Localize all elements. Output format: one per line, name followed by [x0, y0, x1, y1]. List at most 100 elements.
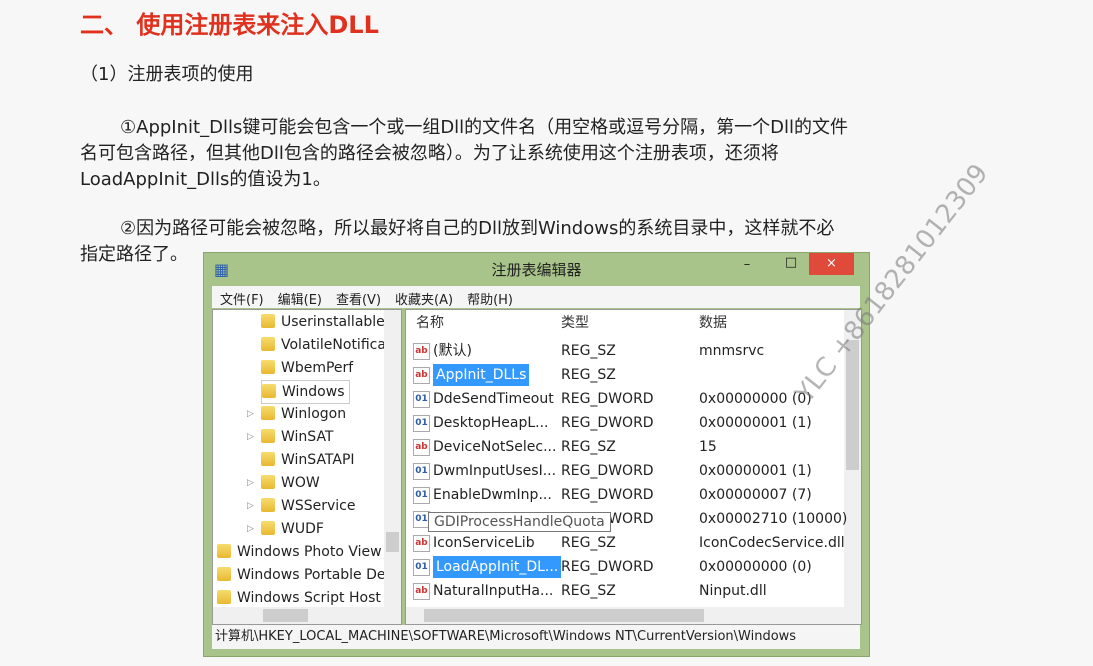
value-type: REG_SZ	[561, 367, 616, 383]
registry-value-row[interactable]: 01 DdeSendTimeout REG_DWORD 0x00000000 (0)	[411, 388, 841, 410]
window-title: 注册表编辑器	[491, 261, 582, 279]
column-header-type[interactable]: 类型	[561, 312, 589, 334]
value-list: 名称 类型 数据 ab (默认) REG_SZ mnmsrvc ab AppInit_DL…	[405, 309, 862, 625]
tree-item[interactable]: Userinstallable	[261, 311, 385, 333]
status-bar-path: 计算机\HKEY_LOCAL_MACHINE\SOFTWARE\Microsof…	[212, 625, 860, 649]
tree-item[interactable]: Windows Photo View	[217, 541, 382, 563]
value-type: REG_SZ	[561, 343, 616, 359]
folder-icon	[261, 429, 275, 443]
folder-icon	[261, 521, 275, 535]
tree-vertical-scrollbar[interactable]	[384, 310, 401, 624]
menu-item[interactable]: 收藏夹(A)	[395, 289, 453, 308]
tree-item[interactable]: WinSATAPI	[261, 449, 355, 471]
registry-editor-window: ▦ 注册表编辑器 – □ × 文件(F) 编辑(E) 查看(V) 收藏夹(A) 帮助(H…	[203, 252, 870, 657]
value-data: IconCodecService.dll	[699, 535, 845, 551]
tree-horizontal-scrollbar[interactable]	[213, 607, 401, 624]
value-name: DeviceNotSelec...	[433, 439, 557, 455]
value-type: REG_DWORD	[561, 463, 654, 479]
value-type: REG_DWORD	[561, 559, 654, 575]
value-data: 0x00000001 (1)	[699, 415, 812, 431]
value-type: REG_SZ	[561, 439, 616, 455]
expand-arrow-icon[interactable]: ▷	[247, 403, 254, 425]
value-name: (默认)	[433, 343, 472, 359]
dword-value-icon: 01	[413, 559, 430, 576]
para1-line: ①AppInit_Dlls键可能会包含一个或一组Dll的文件名（用空格或逗号分隔…	[120, 117, 849, 138]
value-name: DwmInputUsesI...	[433, 463, 557, 479]
folder-icon	[261, 360, 275, 374]
section-title: （1）注册表项的使用	[80, 64, 254, 85]
folder-icon	[217, 590, 231, 604]
value-data: 0x00000000 (0)	[699, 559, 812, 575]
value-name: DdeSendTimeout	[433, 391, 554, 407]
tree-item-label: Windows Photo View	[237, 544, 382, 560]
tree-item[interactable]: ▷ Winlogon	[247, 403, 347, 425]
tree-item[interactable]: ▷ WUDF	[247, 518, 324, 540]
para2-line: ②因为路径可能会被忽略，所以最好将自己的Dll放到Windows的系统目录中，这…	[120, 218, 835, 239]
tree-item-label: WUDF	[281, 521, 324, 537]
tree-item[interactable]: VolatileNotifica	[261, 334, 386, 356]
folder-icon	[217, 544, 231, 558]
folder-icon	[261, 406, 275, 420]
column-headers: 名称 类型 数据	[411, 312, 841, 334]
title-bar[interactable]: ▦ 注册表编辑器 – □ ×	[204, 253, 869, 285]
tree-item-label: WSService	[281, 498, 356, 514]
registry-value-row[interactable]: ab IconServiceLib REG_SZ IconCodecService.d…	[411, 532, 845, 554]
dword-value-icon: 01	[413, 487, 430, 504]
tree-item[interactable]: Windows Portable De	[217, 564, 386, 586]
value-type: REG_SZ	[561, 535, 616, 551]
tree-item-label: Windows Script Host	[237, 590, 381, 606]
tree-item[interactable]: ▷ WSService	[247, 495, 356, 517]
tree-item[interactable]: ▷ WOW	[247, 472, 320, 494]
close-button[interactable]: ×	[809, 253, 854, 275]
folder-icon	[261, 475, 275, 489]
string-value-icon: ab	[413, 439, 430, 456]
folder-icon	[262, 384, 276, 398]
expand-arrow-icon[interactable]: ▷	[247, 495, 254, 517]
registry-value-row[interactable]: 01 LoadAppInit_DL... REG_DWORD 0x00000000 (…	[411, 556, 841, 578]
dword-value-icon: 01	[413, 415, 430, 432]
string-value-icon: ab	[413, 367, 430, 384]
column-header-data[interactable]: 数据	[699, 312, 727, 334]
folder-icon	[261, 337, 275, 351]
tree-item-label: WinSATAPI	[281, 452, 355, 468]
menu-item[interactable]: 查看(V)	[336, 289, 381, 308]
expand-arrow-icon[interactable]: ▷	[247, 426, 254, 448]
tree-item-label: VolatileNotifica	[281, 337, 386, 353]
value-name: DesktopHeapL...	[433, 415, 549, 431]
tooltip: GDIProcessHandleQuota	[428, 512, 611, 532]
registry-value-row[interactable]: ab DeviceNotSelec... REG_SZ 15	[411, 436, 841, 458]
registry-value-row[interactable]: 01 EnableDwmInp... REG_DWORD 0x00000007 (7)	[411, 484, 841, 506]
value-name: IconServiceLib	[433, 535, 535, 551]
registry-value-row[interactable]: ab NaturalInputHa... REG_SZ Ninput.dll	[411, 580, 841, 602]
tree-item-label: WbemPerf	[281, 360, 354, 376]
value-type: REG_DWORD	[561, 415, 654, 431]
tree-item-label: Userinstallable	[281, 314, 385, 330]
tree-item[interactable]: Windows Script Host	[217, 587, 381, 609]
value-type: REG_DWORD	[561, 391, 654, 407]
registry-value-row[interactable]: 01 DesktopHeapL... REG_DWORD 0x00000001 (1)	[411, 412, 841, 434]
value-name: LoadAppInit_DL...	[433, 556, 562, 578]
menu-item[interactable]: 文件(F)	[220, 289, 264, 308]
expand-arrow-icon[interactable]: ▷	[247, 472, 254, 494]
menu-item[interactable]: 帮助(H)	[467, 289, 513, 308]
list-horizontal-scrollbar[interactable]	[406, 607, 861, 624]
menu-item[interactable]: 编辑(E)	[278, 289, 322, 308]
registry-value-row[interactable]: ab AppInit_DLLs REG_SZ	[411, 364, 841, 386]
expand-arrow-icon[interactable]: ▷	[247, 518, 254, 540]
minimize-button[interactable]: –	[732, 257, 762, 277]
value-name: AppInit_DLLs	[433, 364, 530, 386]
key-tree: Windows Script Host Windows Portable De Wi…	[212, 309, 402, 625]
registry-value-row[interactable]: 01 DwmInputUsesI... REG_DWORD 0x00000001 (1…	[411, 460, 841, 482]
value-data: 15	[699, 439, 717, 455]
tree-item[interactable]: Windows	[261, 380, 350, 404]
value-name: EnableDwmInp...	[433, 487, 552, 503]
column-header-name[interactable]: 名称	[416, 312, 444, 334]
tree-item-label: Winlogon	[281, 406, 347, 422]
value-data: 0x00000007 (7)	[699, 487, 812, 503]
registry-value-row[interactable]: ab (默认) REG_SZ mnmsrvc	[411, 340, 841, 362]
tree-item[interactable]: ▷ WinSAT	[247, 426, 334, 448]
tree-item[interactable]: WbemPerf	[261, 357, 353, 379]
maximize-button[interactable]: □	[776, 255, 806, 275]
para1-line: 名可包含路径，但其他Dll包含的路径会被忽略）。为了让系统使用这个注册表项，还须…	[80, 143, 779, 164]
menu-bar: 文件(F) 编辑(E) 查看(V) 收藏夹(A) 帮助(H)	[212, 286, 860, 308]
